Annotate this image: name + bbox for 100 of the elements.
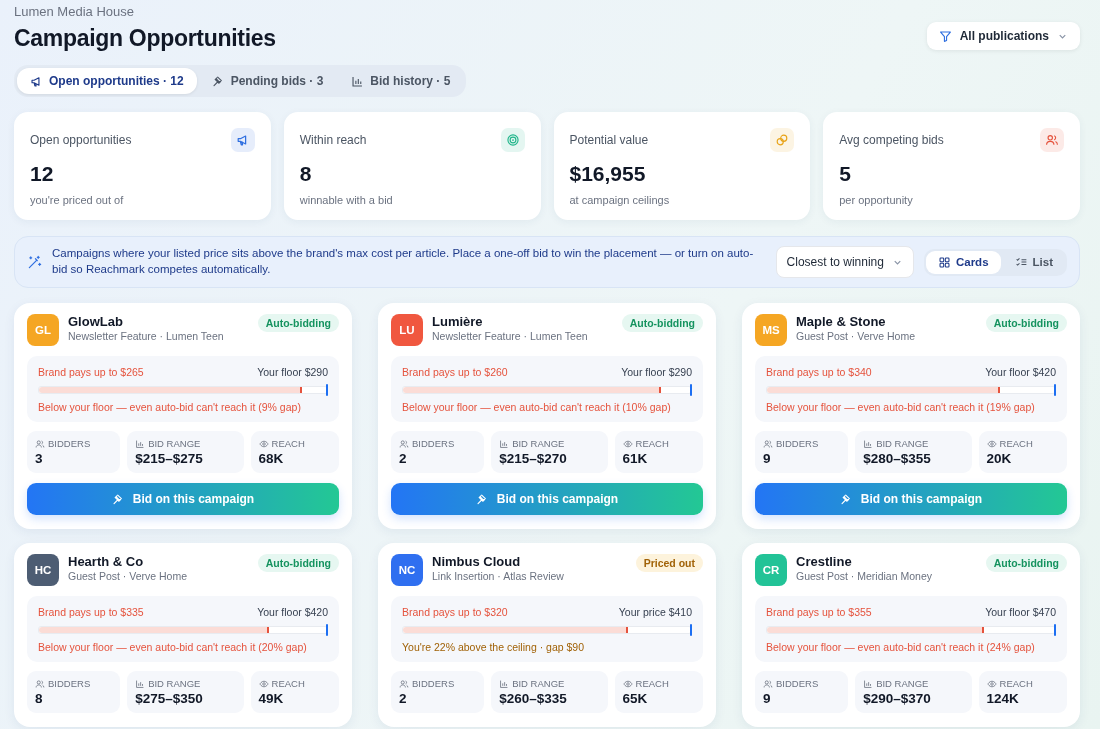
brand-ceiling: Brand pays up to $355	[766, 606, 872, 618]
bar-chart-icon	[351, 74, 365, 88]
stat-label: Avg competing bids	[839, 133, 944, 147]
metric-value: 8	[35, 691, 44, 706]
metric-label: BIDDERS	[776, 678, 819, 689]
metric-label: BID RANGE	[148, 438, 201, 449]
bar-chart-icon	[499, 678, 510, 689]
brand-name: Maple & Stone	[796, 314, 887, 329]
brand-avatar: LU	[391, 314, 423, 346]
publication-filter[interactable]: All publications	[926, 22, 1080, 50]
floor-marker	[326, 384, 328, 396]
page-title: Campaign Opportunities	[14, 25, 276, 52]
status-badge: Auto-bidding	[985, 314, 1067, 332]
metric-value: 49K	[258, 691, 285, 706]
metric-value: 9	[763, 451, 772, 466]
metric-value: $215–$275	[135, 451, 204, 466]
users-icon	[399, 678, 409, 689]
bar-chart-icon	[863, 438, 874, 449]
metric-label: BID RANGE	[876, 438, 929, 449]
sort-dropdown[interactable]: Closest to winning	[775, 246, 914, 278]
view-toggle[interactable]: List	[1002, 250, 1065, 274]
metric-label: REACH	[999, 678, 1033, 689]
bar-chart-icon	[499, 438, 510, 449]
stat-caption: per opportunity	[839, 194, 914, 206]
users-icon	[35, 678, 45, 689]
brand-ceiling: Brand pays up to $335	[38, 606, 144, 618]
metric-label: REACH	[271, 438, 305, 449]
brand-name: GlowLab	[68, 314, 124, 329]
metric-label: REACH	[999, 438, 1033, 449]
placement-info: Guest Post · Verve Home	[796, 330, 917, 342]
your-floor: Your floor $290	[257, 366, 328, 378]
floor-marker	[1054, 384, 1056, 396]
users-icon	[399, 438, 409, 449]
metric-label: REACH	[635, 678, 669, 689]
metric-value: 3	[35, 451, 44, 466]
view-toggle[interactable]: Cards	[925, 250, 1001, 274]
stat-label: Potential value	[569, 133, 649, 147]
metric-value: 61K	[622, 451, 649, 466]
gap-note: You're 22% above the ceiling · gap $90	[402, 641, 585, 653]
metric-value: 65K	[622, 691, 649, 706]
eye-icon	[622, 438, 633, 449]
status-badge: Auto-bidding	[621, 314, 703, 332]
metric-label: BID RANGE	[512, 678, 565, 689]
gap-note: Below your floor — even auto-bid can't reach it (9% gap)	[38, 401, 302, 413]
stat-value: 8	[299, 162, 313, 186]
gap-note: Below your floor — even auto-bid can't reach it (19% gap)	[766, 401, 1036, 413]
metric-value: 20K	[986, 451, 1013, 466]
stat-caption: you're priced out of	[30, 194, 125, 206]
placement-info: Newsletter Feature · Lumen Teen	[68, 330, 225, 342]
stat-label: Open opportunities	[30, 133, 132, 147]
stat-caption: winnable with a bid	[299, 194, 394, 206]
brand-ceiling: Brand pays up to $340	[766, 366, 872, 378]
brand-avatar: HC	[27, 554, 59, 586]
placement-info: Guest Post · Verve Home	[68, 570, 189, 582]
floor-marker	[690, 624, 692, 636]
eye-icon	[622, 678, 633, 689]
status-badge: Auto-bidding	[257, 554, 339, 572]
megaphone-icon	[30, 74, 43, 88]
checklist-icon	[1014, 255, 1028, 269]
floor-marker	[690, 384, 692, 396]
metric-label: REACH	[271, 678, 305, 689]
gap-note: Below your floor — even auto-bid can't reach it (24% gap)	[766, 641, 1036, 653]
metric-value: $290–$370	[863, 691, 932, 706]
gap-note: Below your floor — even auto-bid can't reach it (10% gap)	[402, 401, 672, 413]
metric-value: 9	[763, 691, 772, 706]
gap-note: Below your floor — even auto-bid can't reach it (20% gap)	[38, 641, 308, 653]
your-floor: Your floor $290	[621, 366, 692, 378]
your-floor: Your floor $470	[985, 606, 1056, 618]
placement-info: Link Insertion · Atlas Review	[432, 570, 565, 582]
placement-info: Newsletter Feature · Lumen Teen	[432, 330, 589, 342]
tab[interactable]: Bid history · 5	[338, 68, 464, 94]
brand-ceiling: Brand pays up to $320	[402, 606, 508, 618]
tab[interactable]: Pending bids · 3	[198, 68, 337, 94]
status-badge: Auto-bidding	[257, 314, 339, 332]
users-icon	[763, 678, 773, 689]
metric-label: BIDDERS	[412, 678, 455, 689]
gavel-icon	[111, 492, 125, 506]
brand-avatar: GL	[27, 314, 59, 346]
brand-avatar: NC	[391, 554, 423, 586]
tab[interactable]: Open opportunities · 12	[17, 68, 197, 94]
floor-marker	[326, 624, 328, 636]
users-icon	[763, 438, 773, 449]
brand-avatar: CR	[755, 554, 787, 586]
stat-caption: at campaign ceilings	[569, 194, 671, 206]
info-text: Campaigns where your listed price sits above the brand's max cost per article. Place a one-off bid to win the placement — or turn on auto-bid so Reachmark competes automatically.	[52, 246, 755, 277]
brand-ceiling: Brand pays up to $265	[38, 366, 144, 378]
eye-icon	[986, 678, 997, 689]
metric-value: $280–$355	[863, 451, 932, 466]
metric-label: BIDDERS	[776, 438, 819, 449]
brand-name: Lumière	[432, 314, 484, 329]
bar-chart-icon	[135, 438, 146, 449]
status-badge: Priced out	[635, 554, 703, 572]
stat-value: 12	[30, 162, 55, 186]
users-icon	[1045, 133, 1059, 147]
metric-label: BIDDERS	[412, 438, 455, 449]
your-floor: Your price $410	[618, 606, 692, 618]
metric-value: 124K	[986, 691, 1020, 706]
bar-chart-icon	[863, 678, 874, 689]
metric-label: BIDDERS	[48, 678, 91, 689]
metric-label: REACH	[635, 438, 669, 449]
